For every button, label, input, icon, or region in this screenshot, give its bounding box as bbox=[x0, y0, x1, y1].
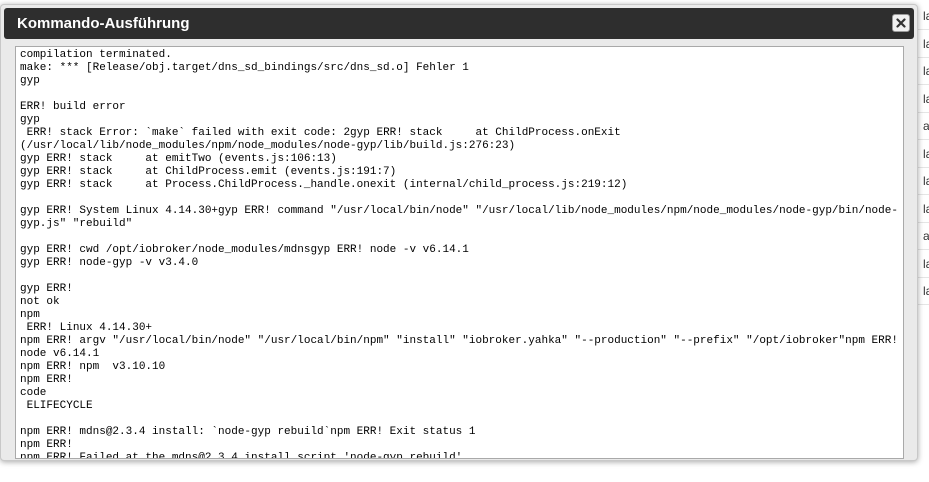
dialog-titlebar: Kommando-Ausführung bbox=[4, 8, 914, 39]
background-divider bbox=[918, 304, 929, 305]
background-divider bbox=[918, 194, 929, 195]
background-list-fragment: la bbox=[923, 201, 929, 216]
background-divider bbox=[918, 249, 929, 250]
dialog-title: Kommando-Ausführung bbox=[17, 15, 190, 32]
background-divider bbox=[918, 29, 929, 30]
background-page-edge: la la la la a la la la a la la bbox=[918, 0, 929, 482]
background-divider bbox=[918, 166, 929, 168]
background-list-fragment: la bbox=[923, 174, 929, 188]
background-divider bbox=[918, 56, 929, 58]
background-list-fragment: la bbox=[923, 36, 929, 51]
background-divider bbox=[918, 139, 929, 140]
command-execution-dialog: Kommando-Ausführung compilation terminat… bbox=[0, 4, 918, 461]
background-list-fragment: la bbox=[923, 146, 929, 161]
background-list-fragment: la bbox=[923, 284, 929, 298]
background-divider bbox=[918, 84, 929, 85]
command-output-log: compilation terminated. make: *** [Relea… bbox=[20, 49, 898, 459]
background-list-fragment: la bbox=[923, 9, 929, 23]
background-list-fragment: la bbox=[923, 91, 929, 106]
background-divider bbox=[918, 111, 929, 113]
close-button[interactable] bbox=[892, 14, 910, 32]
background-list-fragment: la bbox=[923, 64, 929, 78]
background-list-fragment: la bbox=[923, 256, 929, 271]
background-list-fragment: a bbox=[923, 119, 929, 133]
background-list-fragment: a bbox=[923, 229, 929, 243]
output-log-panel[interactable]: compilation terminated. make: *** [Relea… bbox=[15, 46, 904, 459]
close-icon bbox=[896, 18, 906, 28]
background-divider bbox=[918, 276, 929, 278]
background-divider bbox=[918, 221, 929, 223]
